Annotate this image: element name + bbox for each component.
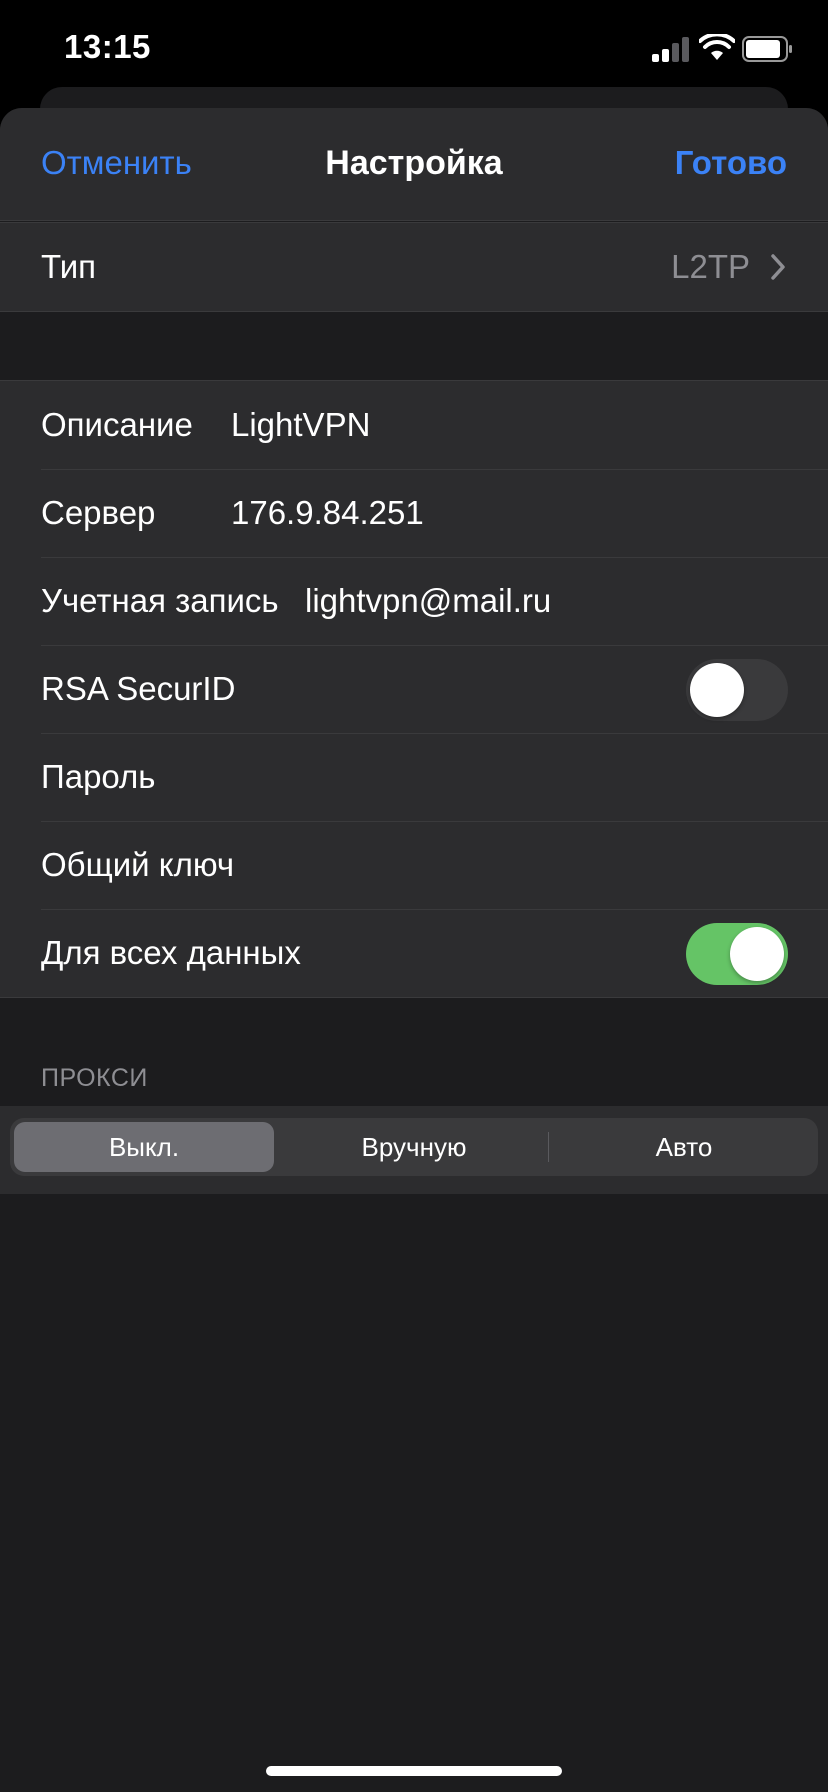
description-label: Описание: [41, 406, 193, 443]
server-row[interactable]: Сервер 176.9.84.251: [0, 469, 828, 557]
proxy-option-auto[interactable]: Авто: [554, 1122, 814, 1172]
navigation-bar: Отменить Настройка Готово: [0, 108, 828, 221]
account-row[interactable]: Учетная запись lightvpn@mail.ru: [0, 557, 828, 645]
settings-group: Описание LightVPN Сервер 176.9.84.251 Уч…: [0, 380, 828, 998]
proxy-segment-band: Выкл. Вручную Авто: [0, 1106, 828, 1194]
battery-icon: [742, 36, 792, 62]
chevron-right-icon: [771, 254, 785, 280]
proxy-option-off[interactable]: Выкл.: [14, 1122, 274, 1172]
account-field[interactable]: lightvpn@mail.ru: [305, 557, 551, 645]
type-value: L2TP: [671, 248, 750, 285]
account-label: Учетная запись: [41, 582, 279, 619]
send-all-traffic-row: Для всех данных: [0, 909, 828, 997]
segment-divider: [548, 1132, 549, 1162]
server-label: Сервер: [41, 494, 156, 531]
toggle-knob: [690, 663, 744, 717]
proxy-option-manual[interactable]: Вручную: [284, 1122, 544, 1172]
type-group: Тип L2TP: [0, 222, 828, 312]
server-field[interactable]: 176.9.84.251: [231, 469, 424, 557]
rsa-securid-toggle[interactable]: [686, 659, 788, 721]
cellular-signal-icon: [652, 36, 690, 62]
description-row[interactable]: Описание LightVPN: [0, 381, 828, 469]
vpn-configuration-sheet: Отменить Настройка Готово Тип L2TP Описа…: [0, 108, 828, 1792]
password-label: Пароль: [41, 758, 156, 795]
send-all-traffic-toggle[interactable]: [686, 923, 788, 985]
home-indicator[interactable]: [266, 1766, 562, 1776]
proxy-section-header: ПРОКСИ: [41, 1064, 148, 1092]
rsa-securid-label: RSA SecurID: [41, 670, 236, 707]
proxy-segmented-control: Выкл. Вручную Авто: [10, 1118, 818, 1176]
done-button[interactable]: Готово: [675, 144, 787, 182]
wifi-icon: [699, 34, 735, 60]
rsa-securid-row: RSA SecurID: [0, 645, 828, 733]
description-field[interactable]: LightVPN: [231, 381, 370, 469]
send-all-traffic-label: Для всех данных: [41, 934, 301, 971]
status-time: 13:15: [64, 28, 151, 65]
toggle-knob: [730, 927, 784, 981]
type-label: Тип: [41, 248, 97, 285]
shared-key-label: Общий ключ: [41, 846, 235, 883]
type-row[interactable]: Тип L2TP: [0, 223, 828, 311]
status-bar: 13:15: [0, 0, 828, 100]
shared-key-row[interactable]: Общий ключ: [0, 821, 828, 909]
password-row[interactable]: Пароль: [0, 733, 828, 821]
